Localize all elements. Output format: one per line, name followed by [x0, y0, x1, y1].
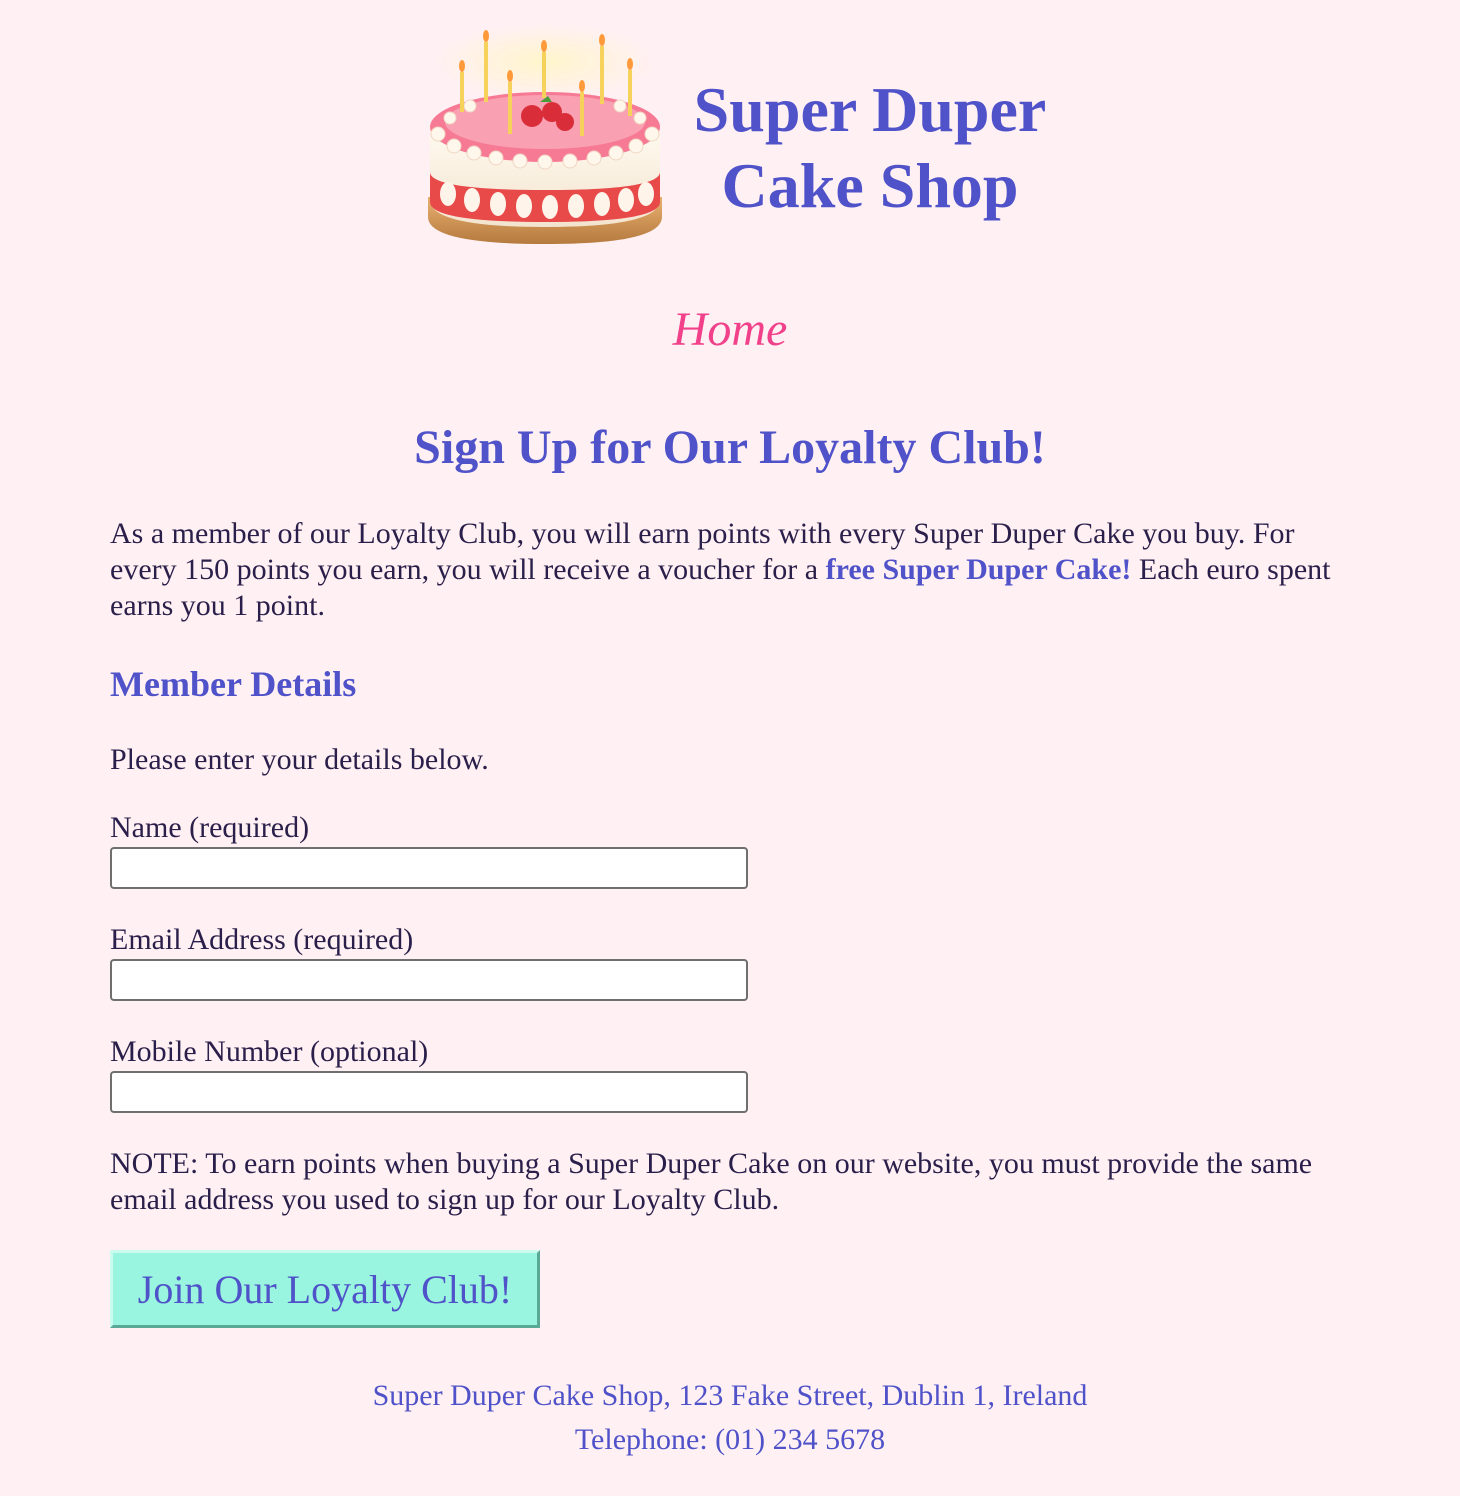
footer-telephone: Telephone: (01) 234 5678 — [574, 1423, 886, 1456]
mobile-input[interactable] — [110, 1071, 748, 1113]
mobile-label: Mobile Number (optional) — [110, 1035, 429, 1068]
intro-paragraph: As a member of our Loyalty Club, you wil… — [110, 516, 1350, 624]
name-label: Name (required) — [110, 811, 310, 844]
email-label: Email Address (required) — [110, 923, 414, 956]
name-input[interactable] — [110, 847, 748, 889]
site-title-line-1: Super Duper — [693, 74, 1047, 145]
member-details-heading: Member Details — [110, 664, 357, 704]
site-title-line-2: Cake Shop — [721, 150, 1019, 221]
nav-home-link[interactable]: Home — [0, 300, 1460, 360]
join-loyalty-club-button[interactable]: Join Our Loyalty Club! — [110, 1250, 540, 1328]
intro-highlight: free Super Duper Cake! — [825, 553, 1132, 586]
email-note: NOTE: To earn points when buying a Super… — [110, 1147, 1313, 1216]
email-input[interactable] — [110, 959, 748, 1001]
footer-address: Super Duper Cake Shop, 123 Fake Street, … — [372, 1379, 1088, 1412]
page-title: Sign Up for Our Loyalty Club! — [414, 421, 1046, 474]
site-footer: Super Duper Cake Shop, 123 Fake Street, … — [0, 1374, 1460, 1462]
cake-icon — [428, 24, 662, 244]
site-title: Super Duper Cake Shop — [680, 72, 1060, 224]
form-instruction: Please enter your details below. — [110, 743, 489, 776]
site-header: Super Duper Cake Shop — [0, 0, 1460, 260]
